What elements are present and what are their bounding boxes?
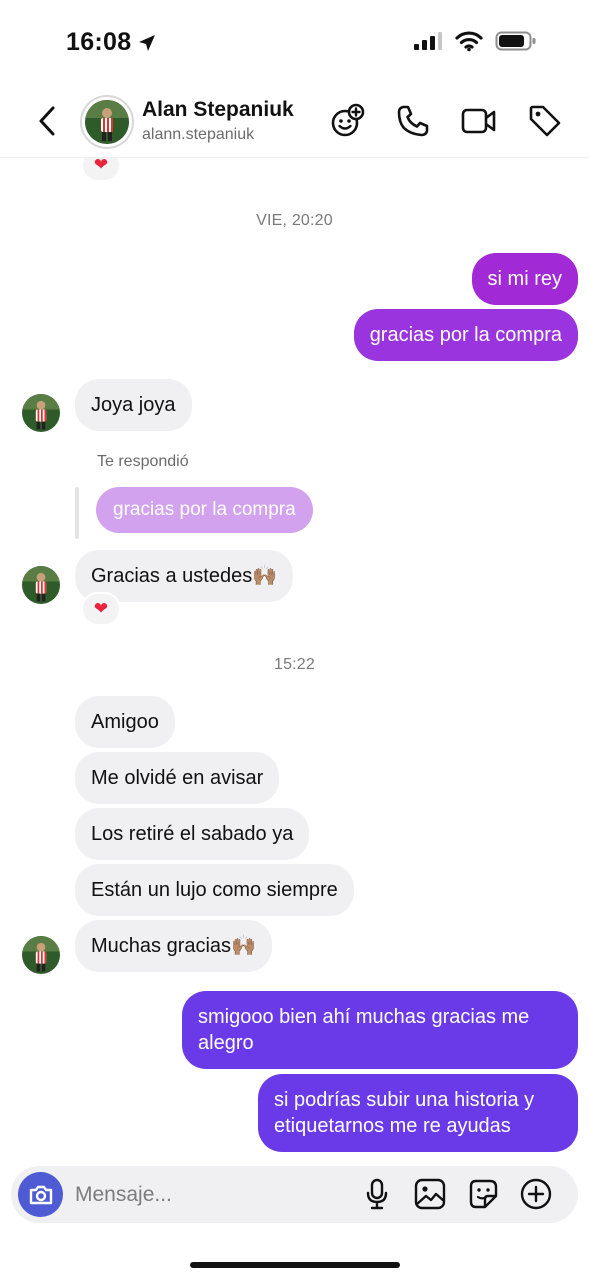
video-call-button[interactable] [461, 103, 497, 139]
message-bubble-incoming[interactable]: Amigoo [75, 696, 175, 748]
reaction-badge[interactable]: ❤ [81, 592, 121, 626]
contact-avatar[interactable] [80, 95, 134, 149]
camera-icon [29, 1185, 52, 1204]
home-indicator[interactable] [190, 1262, 400, 1268]
voice-message-button[interactable] [361, 1178, 393, 1210]
status-indicators [413, 30, 537, 52]
contact-avatar-small[interactable] [22, 936, 60, 974]
signal-icon [414, 32, 442, 50]
plus-circle-icon [520, 1178, 552, 1210]
phone-icon [397, 105, 429, 137]
message-composer [11, 1166, 578, 1223]
message-bubble-outgoing[interactable]: si podrías subir una historia y etiqueta… [258, 1074, 578, 1152]
sticker-button[interactable] [467, 1178, 499, 1210]
message-bubble-incoming[interactable]: Los retiré el sabado ya [75, 808, 310, 860]
contact-username: alann.stepaniuk [142, 126, 255, 143]
battery-icon [495, 31, 536, 51]
tag-button[interactable] [527, 103, 563, 139]
contact-avatar-small[interactable] [22, 394, 60, 432]
location-arrow-icon [139, 34, 156, 51]
message-bubble-incoming[interactable]: Están un lujo como siempre [75, 864, 354, 916]
add-emoji-icon [331, 103, 365, 137]
contact-avatar-small[interactable] [22, 566, 60, 604]
clock-text: 16:08 [66, 28, 132, 56]
avatar-photo-icon [22, 394, 60, 432]
back-button[interactable] [30, 104, 64, 138]
video-icon [461, 108, 496, 134]
message-bubble-incoming[interactable]: Joya joya [75, 379, 192, 431]
avatar-photo-icon [85, 100, 129, 144]
message-bubble-outgoing[interactable]: smigooo bien ahí muchas gracias me alegr… [182, 991, 578, 1069]
chat-header: Alan Stepaniuk alann.stepaniuk [0, 86, 589, 158]
message-bubble-incoming[interactable]: Muchas gracias🙌🏽 [75, 920, 272, 972]
status-bar: 16:08 [0, 0, 589, 86]
status-time: 16:08 [66, 28, 157, 57]
wifi-icon [455, 31, 483, 52]
call-button[interactable] [395, 103, 431, 139]
composer-actions [361, 1178, 552, 1210]
timestamp: VIE, 20:20 [256, 212, 333, 229]
gallery-icon [414, 1178, 446, 1210]
avatar-photo-icon [22, 936, 60, 974]
message-bubble-incoming[interactable]: Me olvidé en avisar [75, 752, 280, 804]
message-bubble-outgoing[interactable]: gracias por la compra [353, 309, 578, 361]
heart-icon: ❤ [93, 155, 109, 174]
gallery-button[interactable] [414, 1178, 446, 1210]
tag-icon [529, 105, 561, 137]
reply-quote-bubble[interactable]: gracias por la compra [96, 487, 313, 533]
avatar-photo-icon [22, 566, 60, 604]
header-actions [329, 103, 563, 139]
reply-quote-bar [75, 487, 79, 539]
message-input[interactable] [75, 1180, 345, 1210]
back-chevron-icon [39, 106, 55, 136]
message-bubble-outgoing[interactable]: si mi rey [471, 253, 578, 305]
timestamp: 15:22 [273, 656, 316, 673]
heart-icon: ❤ [93, 599, 109, 618]
reply-label: Te respondió [97, 453, 189, 470]
contact-name[interactable]: Alan Stepaniuk [142, 98, 294, 122]
sticker-icon [469, 1179, 498, 1209]
more-options-button[interactable] [520, 1178, 552, 1210]
camera-button[interactable] [18, 1172, 63, 1217]
add-emoji-button[interactable] [329, 103, 365, 139]
microphone-icon [366, 1178, 388, 1210]
